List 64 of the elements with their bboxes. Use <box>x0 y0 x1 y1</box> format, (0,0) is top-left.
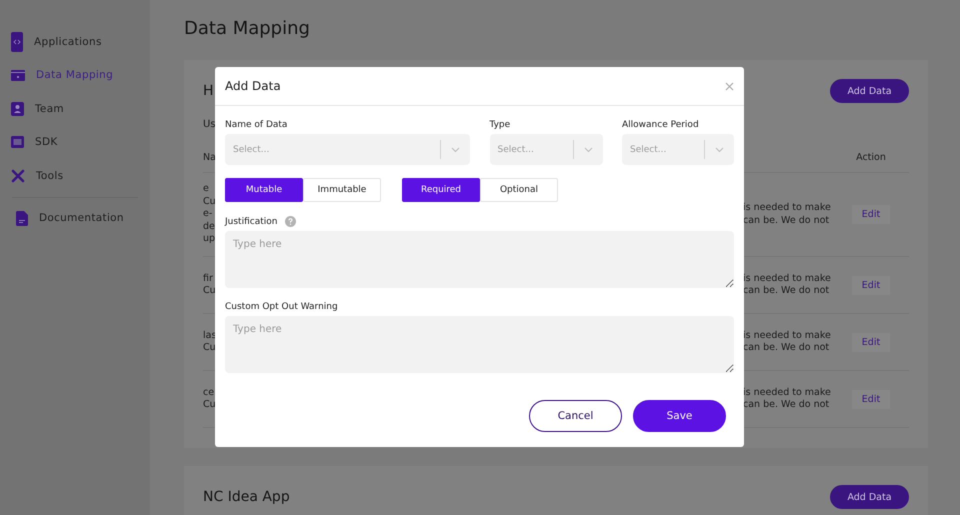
table-cell-text: can be. We do not <box>743 399 830 412</box>
edit-button[interactable]: Edit <box>852 205 890 224</box>
field-label: Type <box>490 120 512 130</box>
table-cell-text: e <box>203 183 209 196</box>
page-title: Data Mapping <box>184 18 311 39</box>
field-label: Name of Data <box>225 120 288 130</box>
save-button[interactable]: Save <box>633 400 726 432</box>
table-cell-text: de <box>203 220 215 234</box>
chevron-icon <box>451 146 460 152</box>
app-title: NC Idea App <box>203 489 290 505</box>
chevron-icon <box>584 146 592 152</box>
table-cell-text: is needed to make <box>743 202 831 214</box>
text-area[interactable]: Type here <box>225 231 734 288</box>
tools-icon <box>11 168 25 183</box>
add-data-button[interactable]: Add Data <box>830 485 909 509</box>
code-file-icon <box>11 32 23 52</box>
sidebar-item[interactable]: SDK <box>0 126 150 159</box>
table-cell-text: can be. We do not <box>743 214 830 227</box>
sidebar-item[interactable]: Team <box>0 92 150 126</box>
edit-button[interactable]: Edit <box>852 390 890 408</box>
help-icon[interactable] <box>285 216 296 227</box>
add-data-button[interactable]: Add Data <box>830 79 909 103</box>
table-cell-text: is needed to make <box>743 386 831 399</box>
edit-button[interactable]: Edit <box>852 332 890 352</box>
edit-button[interactable]: Edit <box>852 276 890 294</box>
table-cell-text: Cu <box>203 342 216 354</box>
dialog-title: Add Data <box>225 79 281 93</box>
toggle-option[interactable]: Mutable <box>225 178 303 202</box>
column-header: Action <box>856 152 886 162</box>
person-icon <box>11 102 24 116</box>
card-icon <box>11 70 25 81</box>
column-header: Na <box>203 152 216 162</box>
close-icon[interactable] <box>725 82 734 90</box>
chevron-icon <box>715 146 724 152</box>
table-cell-text: Cu <box>203 399 216 412</box>
select-field[interactable]: Select... <box>225 134 470 165</box>
select-field[interactable]: Select... <box>622 134 734 165</box>
table-cell-text: is needed to make <box>743 330 831 342</box>
table-cell-text: can be. We do not <box>743 342 830 354</box>
table-cell-text: can be. We do not <box>743 285 830 298</box>
field-label: Allowance Period <box>622 120 700 130</box>
table-cell-text: up <box>203 233 216 246</box>
select-field[interactable]: Select... <box>490 134 602 165</box>
sidebar-item[interactable]: Data Mapping <box>0 58 150 92</box>
sidebar-item[interactable]: Tools <box>0 159 150 192</box>
table-cell-text: e- <box>203 208 212 221</box>
toggle-option[interactable]: Optional <box>480 178 558 202</box>
sidebar-item[interactable]: Applications <box>0 25 150 58</box>
table-cell-text: Cu <box>203 196 216 208</box>
toggle-option[interactable]: Immutable <box>303 178 381 202</box>
window-icon <box>11 136 24 148</box>
table-cell-text: Cu <box>203 285 216 298</box>
field-label: Custom Opt Out Warning <box>225 302 338 312</box>
table-cell-text: ce <box>203 386 214 399</box>
app-subtitle: Us <box>203 119 216 130</box>
cancel-button[interactable]: Cancel <box>529 400 622 432</box>
text-area[interactable]: Type here <box>225 316 734 373</box>
toggle-option[interactable]: Required <box>402 178 480 202</box>
document-icon <box>16 210 28 226</box>
app-title: H <box>203 83 214 99</box>
table-cell-text: is needed to make <box>743 272 831 285</box>
field-label: Justification <box>225 216 278 226</box>
table-cell-text: fir <box>203 272 213 285</box>
sidebar-item[interactable]: Documentation <box>5 202 150 235</box>
